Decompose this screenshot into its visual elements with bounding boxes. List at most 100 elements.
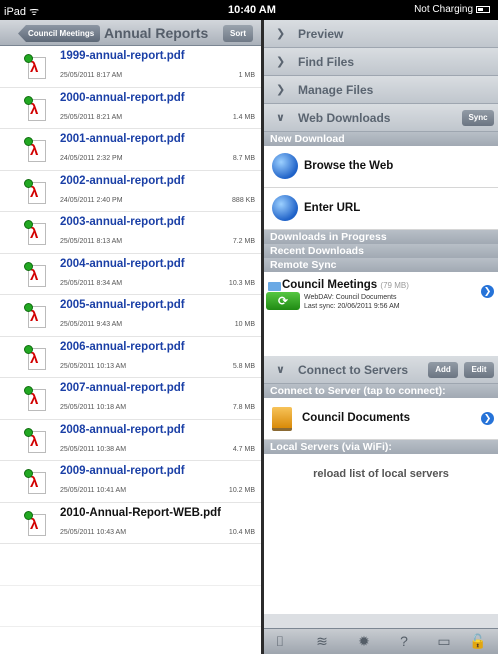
file-row[interactable]: λ 2005-annual-report.pdf 25/05/2011 9:43 A… xyxy=(0,295,261,337)
file-date: 25/05/2011 10:38 AM xyxy=(60,445,127,453)
chevron-right-icon: ❯ xyxy=(276,56,286,68)
status-dot-icon xyxy=(24,178,33,188)
recent-downloads-header: Recent Downloads xyxy=(264,244,498,258)
file-name: 2010-Annual-Report-WEB.pdf xyxy=(60,506,221,519)
empty-row xyxy=(0,544,261,586)
status-dot-icon xyxy=(24,54,33,63)
file-name: 2007-annual-report.pdf xyxy=(60,382,185,394)
device-label: iPad ᯤ xyxy=(4,6,40,18)
status-bar: iPad ᯤ 10:40 AM Not Charging xyxy=(0,0,498,20)
status-dot-icon xyxy=(24,386,33,395)
empty-row xyxy=(0,586,261,627)
file-row[interactable]: λ 2008-annual-report.pdf 25/05/2011 10:38 … xyxy=(0,420,261,461)
pdf-icon: λ xyxy=(24,220,48,246)
pdf-icon: λ xyxy=(24,137,48,163)
status-dot-icon xyxy=(24,220,33,229)
file-row[interactable]: λ 2010-Annual-Report-WEB.pdf 25/05/2011 10… xyxy=(0,503,261,544)
file-size: 10.3 MB xyxy=(228,279,255,287)
file-date: 25/05/2011 10:18 AM xyxy=(60,404,127,411)
status-dot-icon xyxy=(24,469,33,478)
status-dot-icon xyxy=(24,344,33,354)
new-download-header: New Download xyxy=(264,132,498,146)
file-date: 25/05/2011 10:43 AM xyxy=(60,528,127,536)
pdf-icon: λ xyxy=(24,54,48,80)
folder-title: Annual Reports xyxy=(104,25,209,41)
server-row[interactable]: Council Documents ❯ xyxy=(264,398,498,440)
file-name: 2004-annual-report.pdf xyxy=(60,257,185,270)
browse-web-row[interactable]: Browse the Web xyxy=(264,146,498,188)
local-servers-header: Local Servers (via WiFi): xyxy=(264,440,498,454)
file-date: 25/05/2011 9:43 AM xyxy=(60,321,123,328)
section-find-files[interactable]: ❯ Find Files xyxy=(264,48,498,76)
file-row[interactable]: λ 2003-annual-report.pdf 25/05/2011 8:13 A… xyxy=(0,212,261,254)
file-row[interactable]: λ 2009-annual-report.pdf 25/05/2011 10:41 … xyxy=(0,461,261,503)
pdf-icon: λ xyxy=(24,427,48,454)
file-list: λ 1999-annual-report.pdf 25/05/2011 8:17 A… xyxy=(0,46,261,544)
file-name: 2008-annual-report.pdf xyxy=(60,423,185,436)
status-dot-icon xyxy=(24,137,33,146)
camera-icon[interactable]: ⌷ xyxy=(269,633,291,650)
enter-url-row[interactable]: Enter URL xyxy=(264,188,498,230)
file-name: 2009-annual-report.pdf xyxy=(60,465,185,477)
sort-button[interactable]: Sort xyxy=(223,25,253,42)
section-manage-files[interactable]: ❯ Manage Files xyxy=(264,76,498,104)
add-server-button[interactable]: Add xyxy=(428,362,458,378)
section-preview[interactable]: ❯ Preview xyxy=(264,20,498,48)
bottom-toolbar: ⌷ ≋ ✹? ▭ 🔓 xyxy=(264,628,498,654)
actions-pane: ❯ Preview ❯ Find Files ❯ Manage Files ∨ Web … xyxy=(264,20,498,654)
file-size: 5.8 MB xyxy=(232,362,255,370)
section-connect-servers[interactable]: ∨ Connect to Servers Add Edit xyxy=(264,356,498,384)
remote-sync-title: Council Meetings xyxy=(282,279,378,291)
file-size: 10.4 MB xyxy=(228,528,255,536)
left-nav-bar: Council Meetings Annual Reports Sort xyxy=(0,20,261,46)
file-row[interactable]: λ 2001-annual-report.pdf 24/05/2011 2:32 P… xyxy=(0,129,261,171)
file-name: 2001-annual-report.pdf xyxy=(60,133,185,145)
file-row[interactable]: λ 2002-annual-report.pdf 24/05/2011 2:40 P… xyxy=(0,171,261,212)
battery-status: Not Charging xyxy=(414,4,490,15)
file-size: 7.2 MB xyxy=(232,238,255,245)
file-row[interactable]: λ 2006-annual-report.pdf 25/05/2011 10:13 … xyxy=(0,337,261,378)
status-dot-icon xyxy=(24,95,33,105)
file-size: 10.2 MB xyxy=(228,487,255,494)
display-icon[interactable]: ▭ xyxy=(433,633,455,650)
file-row[interactable]: λ 1999-annual-report.pdf 25/05/2011 8:17 A… xyxy=(0,46,261,88)
remote-sync-size: (79 MB) xyxy=(380,281,409,290)
reload-local-servers[interactable]: reload list of local servers xyxy=(264,454,498,494)
disclosure-arrow-icon[interactable]: ❯ xyxy=(481,412,494,425)
sync-refresh-button[interactable]: ⟳ xyxy=(266,292,300,310)
pdf-icon: λ xyxy=(24,95,48,122)
sync-button[interactable]: Sync xyxy=(462,110,494,126)
remote-sync-item[interactable]: Council Meetings (79 MB) ⟳ WebDAV: Counc… xyxy=(264,272,498,356)
chevron-right-icon: ❯ xyxy=(276,84,286,96)
remote-sync-header: Remote Sync xyxy=(264,258,498,272)
file-name: 2002-annual-report.pdf xyxy=(60,174,185,187)
back-button[interactable]: Council Meetings xyxy=(18,25,101,42)
file-date: 25/05/2011 8:13 AM xyxy=(60,238,123,245)
downloads-in-progress-header: Downloads in Progress xyxy=(264,230,498,244)
file-row[interactable]: λ 2007-annual-report.pdf 25/05/2011 10:18 … xyxy=(0,378,261,420)
status-dot-icon xyxy=(24,303,33,312)
file-size: 1.4 MB xyxy=(232,113,255,121)
file-row[interactable]: λ 2004-annual-report.pdf 25/05/2011 8:34 A… xyxy=(0,254,261,295)
file-size: 4.7 MB xyxy=(232,445,255,453)
folder-icon xyxy=(268,282,281,291)
file-size: 8.7 MB xyxy=(232,155,255,162)
file-row[interactable]: λ 2000-annual-report.pdf 25/05/2011 8:21 A… xyxy=(0,88,261,129)
disclosure-arrow-icon[interactable]: ❯ xyxy=(481,285,494,298)
status-dot-icon xyxy=(24,261,33,271)
file-size: 888 KB xyxy=(232,196,255,204)
file-date: 25/05/2011 8:34 AM xyxy=(60,279,123,287)
file-size: 1 MB xyxy=(238,72,255,79)
wifi-icon[interactable]: ≋ xyxy=(311,633,333,650)
section-web-downloads[interactable]: ∨ Web Downloads Sync xyxy=(264,104,498,132)
remote-sync-last: Last sync: 20/06/2011 9:56 AM xyxy=(304,303,400,310)
gear-icon[interactable]: ✹ xyxy=(353,633,375,650)
lock-icon[interactable]: 🔓 xyxy=(467,633,489,650)
chevron-down-icon: ∨ xyxy=(276,112,285,124)
chevron-down-icon: ∨ xyxy=(276,364,285,376)
edit-servers-button[interactable]: Edit xyxy=(464,362,494,378)
pdf-icon: λ xyxy=(24,303,48,329)
file-date: 25/05/2011 8:21 AM xyxy=(60,113,123,121)
status-dot-icon xyxy=(24,427,33,437)
help-icon[interactable]: ? xyxy=(393,633,415,649)
